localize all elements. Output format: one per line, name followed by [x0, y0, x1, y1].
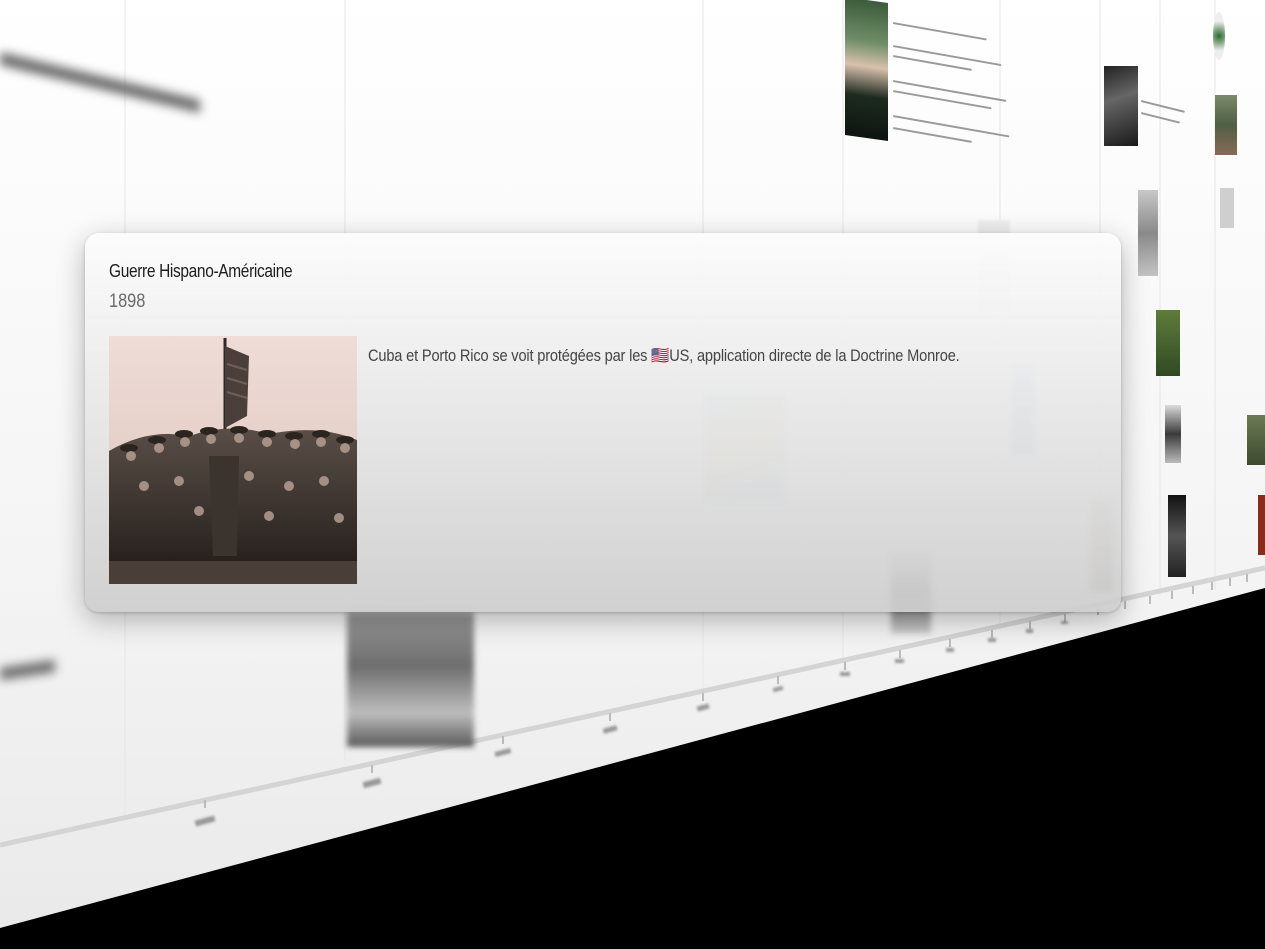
panama-canal-thumbnail-blurred[interactable] — [347, 612, 474, 747]
forest-thumbnail[interactable] — [1156, 310, 1180, 376]
portrait-thumbnail-bw[interactable] — [1168, 495, 1186, 577]
event-description-start: Cuba et Porto Rico se voit protégées par… — [368, 346, 652, 365]
event-description-end: US, application directe de la Doctrine M… — [669, 346, 960, 365]
chart-thumbnail[interactable] — [1220, 188, 1234, 228]
map-thumbnail[interactable] — [1138, 190, 1158, 276]
event-detail-card[interactable]: Guerre Hispano-Américaine 1898 Cuba et P… — [85, 233, 1121, 612]
soldiers-photo-illustration — [109, 336, 357, 584]
emblem-thumbnail[interactable] — [1213, 12, 1225, 60]
event-description: Cuba et Porto Rico se voit protégées par… — [368, 346, 960, 366]
group-thumbnail[interactable] — [1215, 95, 1237, 155]
event-thumbnail[interactable] — [1104, 66, 1138, 146]
portrait-thumbnail-small[interactable] — [1165, 405, 1181, 463]
us-flag-icon: 🇺🇸 — [651, 346, 670, 365]
soldiers-photo[interactable] — [109, 336, 357, 584]
red-thumbnail[interactable] — [1258, 495, 1265, 555]
portrait-thumbnail[interactable] — [845, 0, 888, 142]
event-year: 1898 — [109, 291, 146, 312]
event-title: Guerre Hispano-Américaine — [109, 261, 293, 281]
landscape-thumbnail[interactable] — [1247, 415, 1265, 465]
